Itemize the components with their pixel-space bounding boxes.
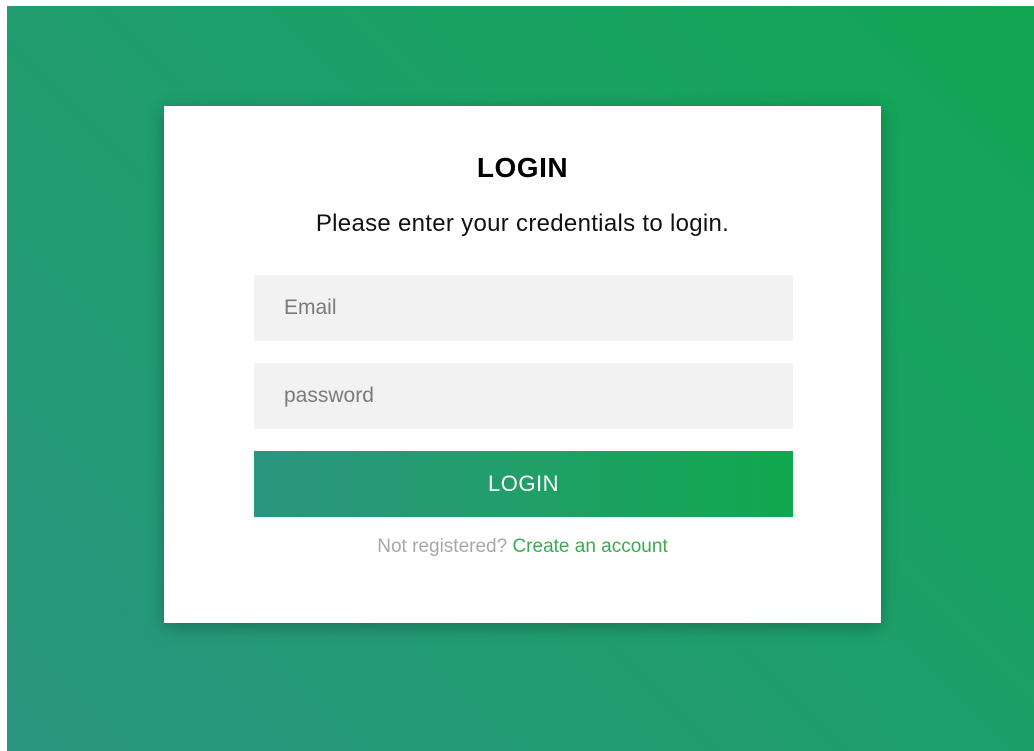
email-input[interactable] <box>254 275 793 341</box>
login-title: LOGIN <box>476 152 569 183</box>
login-card: LOGIN Please enter your credentials to l… <box>164 106 881 623</box>
login-subtitle: Please enter your credentials to login. <box>315 210 730 237</box>
password-input[interactable] <box>254 363 793 429</box>
login-button[interactable]: LOGIN <box>254 451 793 517</box>
create-account-link[interactable]: Create an account <box>512 536 667 557</box>
not-registered-text: Not registered? <box>377 536 508 557</box>
signup-prompt: Not registered? Create an account <box>164 536 881 558</box>
page-background: LOGIN Please enter your credentials to l… <box>7 6 1034 751</box>
